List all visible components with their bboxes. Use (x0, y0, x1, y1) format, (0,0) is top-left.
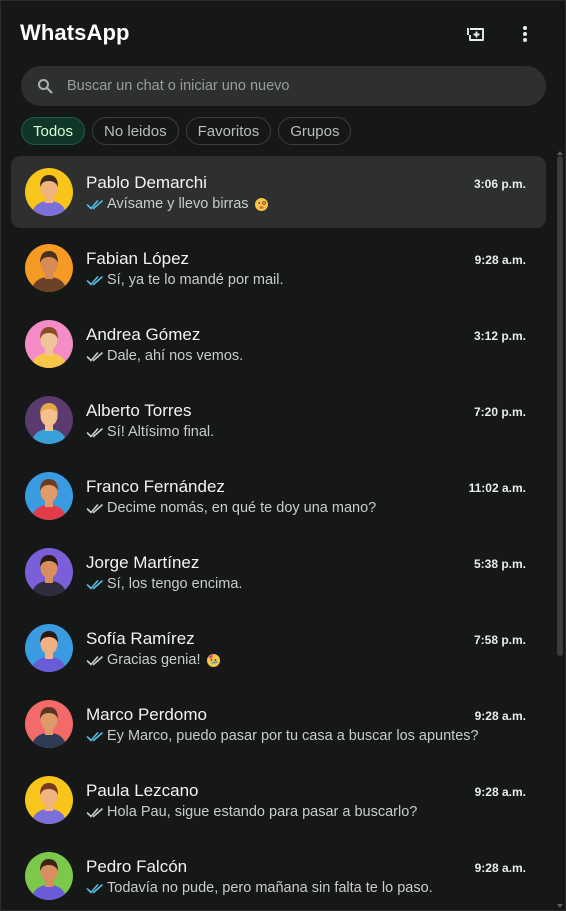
message-text: Sí, los tengo encima. (107, 576, 243, 592)
last-message-time: 7:58 p.m. (473, 633, 526, 647)
last-message-time: 7:20 p.m. (473, 405, 526, 419)
message-text: Gracias genia! (107, 652, 201, 668)
search-input[interactable] (67, 66, 527, 106)
last-message-preview: Sí, los tengo encima. (86, 576, 526, 592)
last-message-preview: Hola Pau, sigue estando para pasar a bus… (86, 804, 526, 820)
chat-row[interactable]: Andrea Gómez 3:12 p.m. Dale, ahí nos vemos… (11, 308, 546, 380)
last-message-preview: Todavía no pude, pero mañana sin falta t… (86, 880, 526, 896)
filter-chips: Todos No leidos Favoritos Grupos (21, 117, 352, 145)
last-message-preview: Decime nomás, en qué te doy una mano? (86, 500, 526, 516)
menu-button[interactable] (512, 21, 538, 47)
last-message-time: 9:28 a.m. (474, 709, 526, 723)
contact-name: Fabian López (86, 249, 190, 268)
contact-name: Alberto Torres (86, 401, 192, 420)
delivered-double-check-icon (86, 503, 103, 513)
chat-list: Pablo Demarchi 3:06 p.m. Avísame y llevo b… (11, 156, 546, 911)
contact-name: Jorge Martínez (86, 553, 200, 572)
dizzy-face-emoji-icon (254, 197, 268, 211)
filter-chip-no-leidos[interactable]: No leidos (92, 117, 179, 145)
last-message-preview: Dale, ahí nos vemos. (86, 348, 526, 364)
scroll-up-arrow[interactable] (557, 151, 563, 155)
contact-name: Sofía Ramírez (86, 629, 195, 648)
last-message-time: 3:06 p.m. (473, 177, 526, 191)
avatar[interactable] (25, 320, 73, 368)
chat-row[interactable]: Franco Fernández 11:02 a.m. Decime nomás, … (11, 460, 546, 532)
delivered-double-check-icon (86, 427, 103, 437)
avatar[interactable] (25, 700, 73, 748)
last-message-preview: Ey Marco, puedo pasar por tu casa a busc… (86, 728, 526, 744)
last-message-preview: Gracias genia! (86, 652, 526, 668)
chat-row[interactable]: Alberto Torres 7:20 p.m. Sí! Altísimo fina… (11, 384, 546, 456)
chat-row[interactable]: Marco Perdomo 9:28 a.m. Ey Marco, puedo pa… (11, 688, 546, 760)
message-text: Decime nomás, en qué te doy una mano? (107, 500, 377, 516)
chat-row[interactable]: Fabian López 9:28 a.m. Sí, ya te lo mandé … (11, 232, 546, 304)
filter-chip-grupos[interactable]: Grupos (278, 117, 352, 145)
contact-name: Franco Fernández (86, 477, 225, 496)
last-message-time: 3:12 p.m. (473, 329, 526, 343)
header: WhatsApp (1, 1, 566, 65)
partying-face-emoji-icon (206, 653, 220, 667)
avatar[interactable] (25, 852, 73, 900)
contact-name: Paula Lezcano (86, 781, 199, 800)
message-text: Sí! Altísimo final. (107, 424, 215, 440)
new-chat-icon (467, 28, 484, 41)
read-double-check-icon (86, 731, 103, 741)
kebab-menu-icon (523, 26, 527, 42)
last-message-time: 9:28 a.m. (474, 253, 526, 267)
read-double-check-icon (86, 199, 103, 209)
scroll-down-arrow[interactable] (557, 904, 563, 908)
last-message-time: 5:38 p.m. (473, 557, 526, 571)
avatar[interactable] (25, 624, 73, 672)
search-bar[interactable] (21, 66, 546, 106)
whatsapp-window: WhatsApp TodosNo leidosFavoritosGrupos P… (0, 0, 566, 911)
new-chat-button[interactable] (463, 21, 489, 47)
avatar[interactable] (25, 396, 73, 444)
last-message-preview: Sí! Altísimo final. (86, 424, 526, 440)
read-double-check-icon (86, 275, 103, 285)
chat-row[interactable]: Sofía Ramírez 7:58 p.m. Gracias genia! (11, 612, 546, 684)
delivered-double-check-icon (86, 807, 103, 817)
search-icon (38, 79, 53, 94)
contact-name: Marco Perdomo (86, 705, 207, 724)
read-double-check-icon (86, 579, 103, 589)
message-text: Todavía no pude, pero mañana sin falta t… (107, 880, 433, 896)
contact-name: Pedro Falcón (86, 857, 188, 876)
filter-chip-favoritos[interactable]: Favoritos (185, 117, 272, 145)
last-message-time: 9:28 a.m. (474, 785, 526, 799)
last-message-time: 9:28 a.m. (474, 861, 526, 875)
avatar[interactable] (25, 168, 73, 216)
avatar[interactable] (25, 244, 73, 292)
app-title: WhatsApp (20, 20, 130, 45)
contact-name: Pablo Demarchi (86, 173, 207, 192)
message-text: Ey Marco, puedo pasar por tu casa a busc… (107, 728, 479, 744)
last-message-time: 11:02 a.m. (468, 481, 526, 495)
last-message-preview: Avísame y llevo birras (86, 196, 526, 212)
message-text: Dale, ahí nos vemos. (107, 348, 244, 364)
chat-row[interactable]: Pedro Falcón 9:28 a.m. Todavía no pude, pe… (11, 840, 546, 911)
avatar[interactable] (25, 548, 73, 596)
scrollbar-thumb[interactable] (557, 156, 563, 656)
chat-row[interactable]: Pablo Demarchi 3:06 p.m. Avísame y llevo b… (11, 156, 546, 228)
message-text: Sí, ya te lo mandé por mail. (107, 272, 284, 288)
read-double-check-icon (86, 883, 103, 893)
avatar[interactable] (25, 776, 73, 824)
avatar[interactable] (25, 472, 73, 520)
chat-row[interactable]: Paula Lezcano 9:28 a.m. Hola Pau, sigue es… (11, 764, 546, 836)
contact-name: Andrea Gómez (86, 325, 201, 344)
message-text: Avísame y llevo birras (107, 196, 249, 212)
chat-row[interactable]: Jorge Martínez 5:38 p.m. Sí, los tengo enc… (11, 536, 546, 608)
last-message-preview: Sí, ya te lo mandé por mail. (86, 272, 526, 288)
delivered-double-check-icon (86, 655, 103, 665)
filter-chip-todos[interactable]: Todos (21, 117, 86, 145)
message-text: Hola Pau, sigue estando para pasar a bus… (107, 804, 418, 820)
delivered-double-check-icon (86, 351, 103, 361)
